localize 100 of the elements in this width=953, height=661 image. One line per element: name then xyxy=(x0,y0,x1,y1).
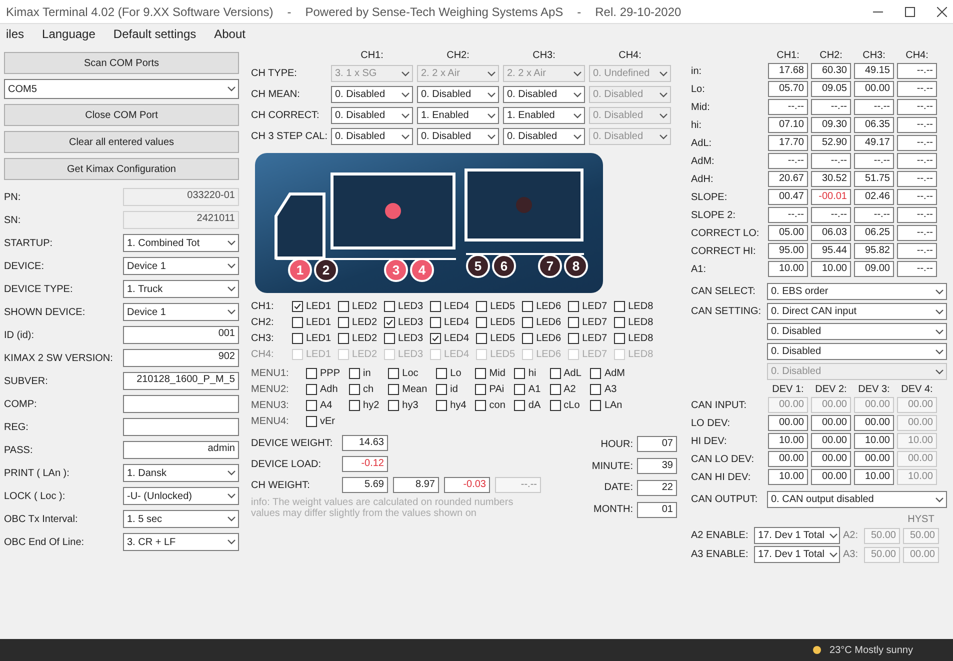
value-field[interactable]: 00.00 xyxy=(768,415,808,431)
value-field[interactable] xyxy=(123,395,239,413)
dropdown[interactable]: 0. Disabled xyxy=(767,323,947,340)
value-field[interactable]: 10.00 xyxy=(854,469,894,485)
value-field[interactable]: 033220-01 xyxy=(123,188,239,206)
dropdown[interactable]: 0. EBS order xyxy=(767,283,947,300)
value-field[interactable]: 01 xyxy=(637,502,677,518)
value-field[interactable]: --.-- xyxy=(811,153,851,169)
menu-item[interactable]: Language xyxy=(42,27,96,41)
value-field[interactable]: 00.00 xyxy=(854,451,894,467)
value-field[interactable]: 00.47 xyxy=(768,189,808,205)
checkbox[interactable]: in xyxy=(349,368,380,379)
value-field[interactable]: 00.00 xyxy=(811,415,851,431)
value-field[interactable] xyxy=(123,418,239,436)
value-field[interactable]: 00.00 xyxy=(811,469,851,485)
dropdown[interactable]: 1. Truck xyxy=(123,280,239,298)
dropdown[interactable]: 1. Enabled xyxy=(417,107,499,124)
checkbox[interactable]: PAi xyxy=(475,384,506,395)
value-field[interactable]: --.-- xyxy=(897,207,937,223)
dropdown[interactable]: 1. 5 sec xyxy=(123,510,239,528)
value-field[interactable]: 95.44 xyxy=(811,243,851,259)
value-field[interactable]: -00.01 xyxy=(811,189,851,205)
checkbox[interactable]: Mid xyxy=(475,368,506,379)
checkbox[interactable]: Mean xyxy=(388,384,428,395)
menu-item[interactable]: About xyxy=(214,27,246,41)
value-field[interactable]: 00.00 xyxy=(768,451,808,467)
checkbox[interactable]: LED3 xyxy=(384,301,424,312)
weather-text[interactable]: 23°C Mostly sunny xyxy=(830,644,913,656)
value-field[interactable]: 09.00 xyxy=(854,261,894,277)
checkbox[interactable]: LED5 xyxy=(476,301,516,312)
value-field[interactable]: --.-- xyxy=(897,99,937,115)
dropdown[interactable]: 0. Disabled xyxy=(417,86,499,103)
value-field[interactable]: 14.63 xyxy=(342,435,388,451)
value-field[interactable]: 001 xyxy=(123,326,239,344)
dropdown[interactable]: Device 1 xyxy=(123,303,239,321)
value-field[interactable]: --.-- xyxy=(897,135,937,151)
checkbox[interactable]: LAn xyxy=(590,400,625,411)
checkbox[interactable]: A1 xyxy=(514,384,541,395)
checkbox[interactable]: LED2 xyxy=(338,317,378,328)
value-field[interactable]: -0.03 xyxy=(444,477,490,493)
command-button[interactable]: Clear all entered values xyxy=(4,131,239,153)
checkbox[interactable]: LED5 xyxy=(476,317,516,328)
value-field[interactable]: 51.75 xyxy=(854,171,894,187)
value-field[interactable]: 49.15 xyxy=(854,63,894,79)
value-field[interactable]: --.-- xyxy=(854,99,894,115)
value-field[interactable]: 06.03 xyxy=(811,225,851,241)
checkbox[interactable]: A3 xyxy=(590,384,625,395)
checkbox[interactable]: Adh xyxy=(306,384,340,395)
checkbox[interactable]: LED7 xyxy=(568,317,608,328)
value-field[interactable]: 02.46 xyxy=(854,189,894,205)
value-field[interactable]: --.-- xyxy=(897,225,937,241)
checkbox[interactable]: LED1 xyxy=(292,333,332,344)
value-field[interactable]: 95.00 xyxy=(768,243,808,259)
dropdown[interactable]: 0. Disabled xyxy=(503,86,585,103)
dropdown[interactable]: Device 1 xyxy=(123,257,239,275)
checkbox[interactable]: con xyxy=(475,400,506,411)
checkbox[interactable]: LED6 xyxy=(522,317,562,328)
checkbox[interactable]: LED3 xyxy=(384,317,424,328)
close-icon[interactable] xyxy=(937,6,947,16)
checkbox[interactable]: AdL xyxy=(550,368,582,379)
value-field[interactable]: -0.12 xyxy=(342,456,388,472)
value-field[interactable]: --.-- xyxy=(897,243,937,259)
checkbox[interactable]: LED8 xyxy=(614,301,654,312)
checkbox[interactable]: hy4 xyxy=(436,400,466,411)
value-field[interactable]: 210128_1600_P_M_5 xyxy=(123,372,239,390)
command-button[interactable]: Scan COM Ports xyxy=(4,52,239,74)
checkbox[interactable]: id xyxy=(436,384,466,395)
checkbox[interactable]: Loc xyxy=(388,368,428,379)
value-field[interactable]: --.-- xyxy=(768,153,808,169)
value-field[interactable]: 60.30 xyxy=(811,63,851,79)
value-field[interactable]: 00.00 xyxy=(811,433,851,449)
checkbox[interactable]: hy2 xyxy=(349,400,380,411)
value-field[interactable]: 09.05 xyxy=(811,81,851,97)
checkbox[interactable]: LED2 xyxy=(338,333,378,344)
value-field[interactable]: --.-- xyxy=(811,99,851,115)
value-field[interactable]: 902 xyxy=(123,349,239,367)
value-field[interactable]: --.-- xyxy=(768,99,808,115)
value-field[interactable]: --.-- xyxy=(897,171,937,187)
checkbox[interactable]: PPP xyxy=(306,368,340,379)
value-field[interactable]: 06.25 xyxy=(854,225,894,241)
value-field[interactable]: 00.00 xyxy=(854,81,894,97)
checkbox[interactable]: cLo xyxy=(550,400,582,411)
value-field[interactable]: 05.00 xyxy=(768,225,808,241)
dropdown[interactable]: 3. CR + LF xyxy=(123,533,239,551)
checkbox[interactable]: LED6 xyxy=(522,333,562,344)
dropdown[interactable]: 0. CAN output disabled xyxy=(767,491,947,508)
value-field[interactable]: admin xyxy=(123,441,239,459)
checkbox[interactable]: LED1 xyxy=(292,301,332,312)
checkbox[interactable]: LED8 xyxy=(614,317,654,328)
checkbox[interactable]: hy3 xyxy=(388,400,428,411)
checkbox[interactable]: A2 xyxy=(550,384,582,395)
checkbox[interactable]: vEr xyxy=(306,416,340,427)
checkbox[interactable]: hi xyxy=(514,368,541,379)
value-field[interactable]: 39 xyxy=(637,458,677,474)
dropdown[interactable]: 0. Disabled xyxy=(331,107,413,124)
dropdown[interactable]: -U- (Unlocked) xyxy=(123,487,239,505)
value-field[interactable]: 30.52 xyxy=(811,171,851,187)
value-field[interactable]: --.-- xyxy=(897,63,937,79)
maximize-icon[interactable] xyxy=(905,6,915,16)
value-field[interactable]: --.-- xyxy=(897,189,937,205)
